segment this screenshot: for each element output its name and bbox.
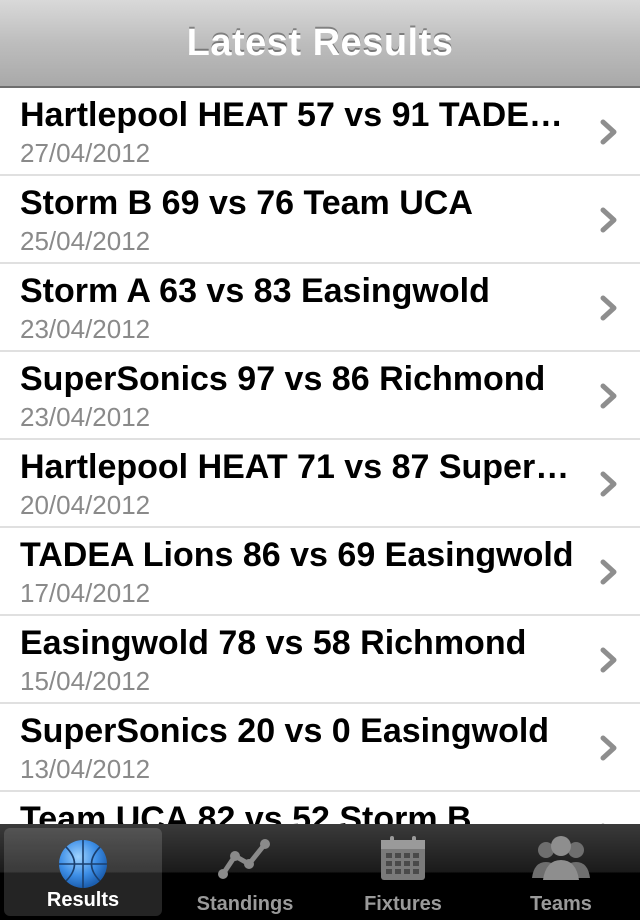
tab-label: Fixtures bbox=[364, 893, 442, 915]
match-title: Hartlepool HEAT 71 vs 87 SuperSonics bbox=[20, 448, 580, 486]
match-date: 27/04/2012 bbox=[20, 138, 151, 168]
results-list[interactable]: Hartlepool HEAT 57 vs 91 TADEA Lions 27/… bbox=[0, 88, 640, 824]
list-item[interactable]: Storm B 69 vs 76 Team UCA 25/04/2012 bbox=[0, 176, 640, 264]
list-item[interactable]: SuperSonics 97 vs 86 Richmond 23/04/2012 bbox=[0, 352, 640, 440]
calendar-icon bbox=[381, 836, 425, 880]
list-item[interactable]: Hartlepool HEAT 71 vs 87 SuperSonics 20/… bbox=[0, 440, 640, 528]
basketball-icon bbox=[59, 840, 107, 888]
chevron-right-icon bbox=[600, 471, 617, 497]
match-date: 20/04/2012 bbox=[20, 490, 151, 520]
match-title: SuperSonics 20 vs 0 Easingwold bbox=[20, 712, 550, 750]
people-icon bbox=[532, 836, 590, 880]
match-title: Storm A 63 vs 83 Easingwold bbox=[20, 272, 490, 310]
match-date: 25/04/2012 bbox=[20, 226, 151, 256]
list-item[interactable]: SuperSonics 20 vs 0 Easingwold 13/04/201… bbox=[0, 704, 640, 792]
chart-line-icon bbox=[218, 839, 270, 879]
chevron-right-icon bbox=[600, 383, 617, 409]
tab-standings[interactable]: Standings bbox=[166, 824, 324, 920]
match-date: 23/04/2012 bbox=[20, 402, 151, 432]
match-title: Team UCA 82 vs 52 Storm B bbox=[20, 800, 472, 824]
tab-teams[interactable]: Teams bbox=[482, 824, 640, 920]
list-item[interactable]: Easingwold 78 vs 58 Richmond 15/04/2012 bbox=[0, 616, 640, 704]
chevron-right-icon bbox=[600, 559, 617, 585]
navigation-bar: Latest Results bbox=[0, 0, 640, 88]
match-date: 17/04/2012 bbox=[20, 578, 151, 608]
tab-label: Results bbox=[46, 889, 120, 911]
match-date: 23/04/2012 bbox=[20, 314, 151, 344]
match-title: SuperSonics 97 vs 86 Richmond bbox=[20, 360, 546, 398]
match-date: 15/04/2012 bbox=[20, 666, 151, 696]
chevron-right-icon bbox=[600, 207, 617, 233]
match-title: Easingwold 78 vs 58 Richmond bbox=[20, 624, 527, 662]
tab-results[interactable]: Results bbox=[4, 828, 162, 916]
match-title: TADEA Lions 86 vs 69 Easingwold bbox=[20, 536, 574, 574]
match-date: 13/04/2012 bbox=[20, 754, 151, 784]
list-item[interactable]: Team UCA 82 vs 52 Storm B bbox=[0, 792, 640, 824]
chevron-right-icon bbox=[600, 735, 617, 761]
chevron-right-icon bbox=[600, 647, 617, 673]
match-title: Storm B 69 vs 76 Team UCA bbox=[20, 184, 473, 222]
match-title: Hartlepool HEAT 57 vs 91 TADEA Lions bbox=[20, 96, 580, 134]
tab-label: Standings bbox=[196, 893, 294, 915]
tab-label: Teams bbox=[530, 893, 592, 915]
list-item[interactable]: Storm A 63 vs 83 Easingwold 23/04/2012 bbox=[0, 264, 640, 352]
tab-fixtures[interactable]: Fixtures bbox=[324, 824, 482, 920]
page-title: Latest Results bbox=[186, 21, 454, 64]
list-item[interactable]: Hartlepool HEAT 57 vs 91 TADEA Lions 27/… bbox=[0, 88, 640, 176]
chevron-right-icon bbox=[600, 295, 617, 321]
tab-bar: Results Standings Fixtures Teams bbox=[0, 824, 640, 920]
list-item[interactable]: TADEA Lions 86 vs 69 Easingwold 17/04/20… bbox=[0, 528, 640, 616]
chevron-right-icon bbox=[600, 119, 617, 145]
